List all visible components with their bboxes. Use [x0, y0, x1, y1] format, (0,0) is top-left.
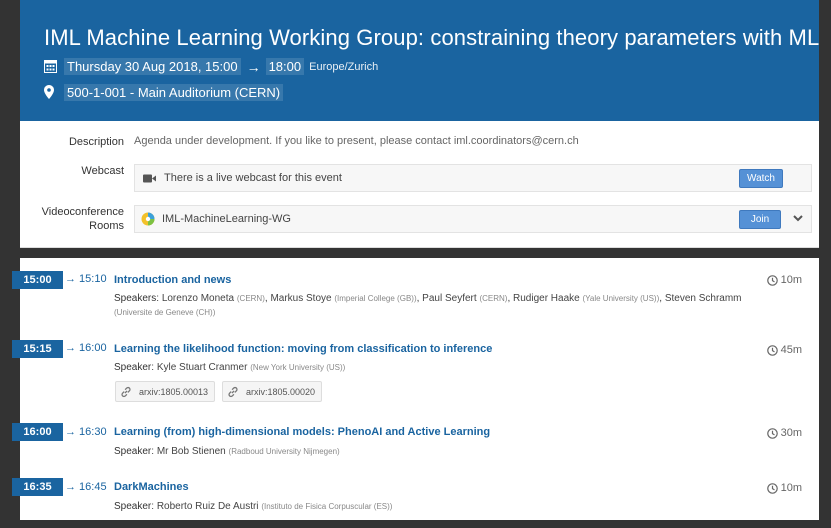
videoconference-label: Videoconference Rooms [20, 205, 124, 233]
videoconference-box: IML-MachineLearning-WG Join [134, 205, 812, 233]
speaker-affiliation: (Radboud University Nijmegen) [228, 447, 340, 456]
event-location-row: 500-1-001 - Main Auditorium (CERN) [44, 84, 284, 101]
speaker-affiliation: (CERN) [479, 294, 508, 303]
speaker-affiliation: (Instituto de Fisica Corpuscular (ES)) [261, 502, 393, 511]
speaker-name: Markus Stoye [270, 293, 332, 304]
speakers: Speakers: Lorenzo Moneta (CERN), Markus … [114, 293, 742, 317]
link-icon [228, 386, 238, 397]
speakers: Speaker: Kyle Stuart Cranmer (New York U… [114, 362, 346, 373]
speakers-label: Speaker [114, 501, 152, 512]
end-time: → 16:45 [65, 481, 107, 493]
contribution-title[interactable]: Introduction and news [114, 274, 231, 286]
speaker-name: Mr Bob Stienen [156, 446, 226, 457]
speaker-affiliation: (New York University (US)) [250, 363, 346, 372]
clock-icon [766, 482, 778, 494]
speaker-affiliation: (Imperial College (GB)) [334, 294, 417, 303]
attachment-link[interactable]: arxiv:1805.00013 [115, 381, 216, 402]
duration: 10m [766, 274, 802, 286]
event-date-row: Thursday 30 Aug 2018, 15:00 → 18:00 Euro… [44, 58, 378, 75]
contribution-title[interactable]: DarkMachines [114, 481, 189, 493]
vidyo-icon [141, 212, 155, 226]
event-start-datetime: Thursday 30 Aug 2018, 15:00 [64, 58, 241, 75]
duration-text: 10m [780, 274, 802, 286]
videoconference-label-line1: Videoconference [41, 206, 124, 218]
attachment-label: arxiv:1805.00020 [246, 386, 316, 397]
watch-button[interactable]: Watch [739, 169, 783, 188]
chevron-down-icon[interactable] [792, 212, 804, 224]
end-time: → 15:10 [65, 273, 107, 285]
webcast-text: There is a live webcast for this event [164, 172, 342, 184]
speaker-affiliation: (CERN) [236, 294, 265, 303]
webcast-label: Webcast [81, 165, 124, 177]
duration: 45m [766, 344, 802, 356]
link-icon [121, 386, 131, 397]
contribution-title[interactable]: Learning the likelihood function: moving… [114, 343, 492, 355]
duration: 10m [766, 482, 802, 494]
event-title: IML Machine Learning Working Group: cons… [44, 25, 820, 50]
timetable: 15:00 → 15:10 Introduction and news 10m … [12, 258, 819, 520]
clock-icon [766, 274, 778, 286]
speaker-name: Lorenzo Moneta [161, 293, 235, 304]
speakers: Speaker: Mr Bob Stienen (Radboud Univers… [114, 446, 340, 457]
event-timezone: Europe/Zurich [309, 60, 379, 73]
attachment-label: arxiv:1805.00013 [139, 386, 209, 397]
calendar-icon [44, 59, 60, 75]
attachment-link[interactable]: arxiv:1805.00020 [222, 381, 323, 402]
event-location[interactable]: 500-1-001 - Main Auditorium (CERN) [64, 84, 284, 101]
clock-icon [766, 427, 778, 439]
clock-icon [766, 344, 778, 356]
speakers-label: Speaker [114, 362, 152, 373]
speaker-affiliation: (Yale University (US)) [582, 294, 660, 303]
event-details: Description Agenda under development. If… [20, 121, 819, 248]
date-arrow: → [246, 58, 261, 75]
speaker-name: Paul Seyfert [422, 293, 477, 304]
duration-text: 10m [780, 482, 802, 494]
duration: 30m [766, 427, 802, 439]
videoconference-label-line2: Rooms [89, 220, 124, 232]
start-time-badge: 16:35 [12, 478, 63, 496]
description-label: Description [68, 136, 124, 148]
webcast-box: There is a live webcast for this event W… [134, 164, 812, 192]
contribution-title[interactable]: Learning (from) high-dimensional models:… [114, 426, 490, 438]
speaker-name: Steven Schramm [664, 293, 742, 304]
event-end-time: 18:00 [265, 58, 305, 75]
duration-text: 45m [780, 344, 802, 356]
video-camera-icon [143, 174, 156, 183]
start-time-badge: 16:00 [12, 423, 63, 441]
description-text: Agenda under development. If you like to… [134, 135, 579, 147]
speaker-name: Rudiger Haake [513, 293, 580, 304]
speakers: Speaker: Roberto Ruiz De Austri (Institu… [114, 501, 393, 512]
speakers-label: Speaker [114, 446, 152, 457]
speakers-label: Speakers [114, 293, 157, 304]
end-time: → 16:30 [65, 426, 107, 438]
start-time-badge: 15:15 [12, 340, 63, 358]
event-header: IML Machine Learning Working Group: cons… [20, 0, 819, 121]
speaker-affiliation: (Universite de Geneve (CH)) [114, 308, 216, 317]
videoconference-room: IML-MachineLearning-WG [162, 213, 291, 225]
map-pin-icon [44, 84, 60, 101]
duration-text: 30m [780, 427, 802, 439]
start-time-badge: 15:00 [12, 271, 63, 289]
speaker-name: Roberto Ruiz De Austri [156, 501, 259, 512]
speaker-name: Kyle Stuart Cranmer [156, 362, 248, 373]
join-button[interactable]: Join [739, 210, 781, 229]
end-time: → 16:00 [65, 342, 107, 354]
